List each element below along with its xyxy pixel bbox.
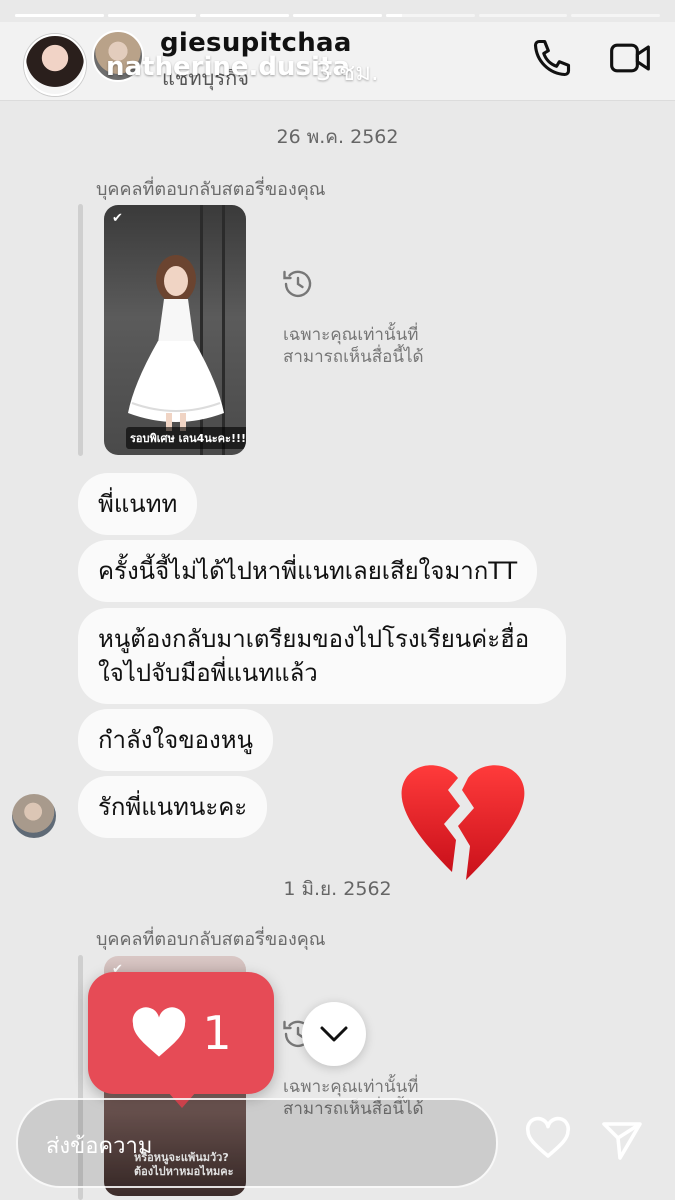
message-input[interactable]: ส่งข้อความ — [16, 1098, 498, 1188]
heart-icon[interactable] — [524, 1116, 572, 1164]
chat-header: giesupitchaa แชทบุรกิจ natherine.dusita … — [0, 22, 675, 101]
reply-quote-line — [78, 204, 83, 456]
contact-avatar[interactable] — [24, 34, 86, 96]
message-bubble[interactable]: กำลังใจของหนู — [78, 709, 273, 771]
video-camera-icon[interactable] — [608, 36, 652, 80]
like-count: 1 — [202, 1006, 232, 1060]
send-paper-plane-icon[interactable] — [598, 1116, 646, 1164]
story-progress-segment — [571, 14, 661, 17]
sender-avatar[interactable] — [12, 794, 56, 838]
phone-icon[interactable] — [530, 36, 574, 80]
media-visibility-note: เฉพาะคุณเท่านั้นที่สามารถเห็นสื่อนี้ได้ — [283, 325, 424, 367]
story-photo-person — [128, 255, 224, 431]
history-clock-icon — [283, 270, 312, 297]
message-input-placeholder: ส่งข้อความ — [46, 1134, 153, 1159]
story-progress-segment — [293, 14, 382, 17]
like-count-card: 1 — [88, 972, 274, 1108]
story-reply-label: บุคคลที่ตอบกลับสตอรี่ของคุณ — [96, 929, 326, 950]
message-bubble[interactable]: ครั้งนี้จี้ไม่ได้ไปหาพี่แนทเลยเสียใจมากT… — [78, 540, 538, 602]
story-progress-segment — [200, 14, 290, 17]
date-separator: 1 มิ.ย. 2562 — [283, 878, 392, 900]
story-reply-label: บุคคลที่ตอบกลับสตอรี่ของคุณ — [96, 179, 326, 200]
message-bubble[interactable]: พี่แนทท — [78, 473, 198, 535]
message-bubble[interactable]: รักพี่แนทนะคะ — [78, 776, 268, 838]
scroll-to-bottom-button[interactable] — [302, 1002, 366, 1066]
date-separator: 26 พ.ค. 2562 — [276, 126, 399, 148]
heart-icon — [133, 1007, 186, 1057]
checkmark-icon: ✔ — [112, 211, 123, 226]
story-progress-bar — [15, 14, 661, 17]
story-thumbnail[interactable]: ✔ รอบพิเศษ เลน4นะคะ!!!❤️ — [104, 205, 246, 455]
story-caption: รอบพิเศษ เลน4นะคะ!!!❤️ — [126, 427, 246, 449]
story-timestamp: 3 ชม. — [316, 58, 379, 86]
broken-heart-emoji — [401, 765, 525, 880]
story-progress-segment — [107, 14, 197, 17]
story-progress-segment — [385, 14, 475, 17]
story-progress-segment — [15, 14, 104, 17]
story-owner-name[interactable]: natherine.dusita — [106, 52, 350, 82]
story-progress-segment — [478, 14, 568, 17]
message-bubble[interactable]: หนูต้องกลับมาเตรียมของไปโรงเรียนค่ะฮื่อ … — [78, 608, 566, 704]
chevron-down-icon — [320, 1026, 348, 1042]
